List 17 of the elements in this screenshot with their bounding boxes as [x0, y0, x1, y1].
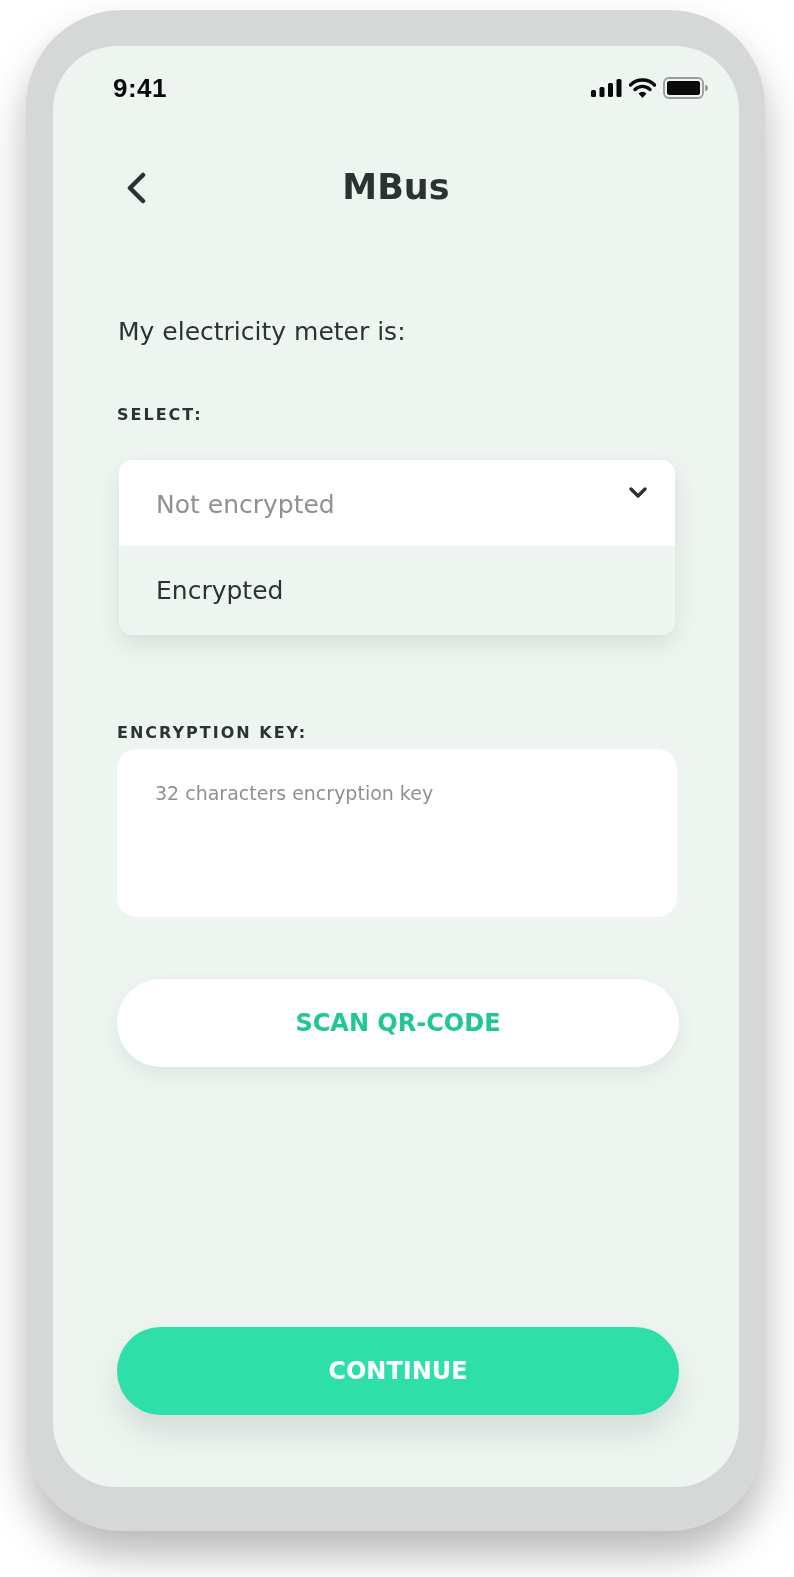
encryption-key-input[interactable]: 32 characters encryption key	[117, 749, 677, 917]
scan-button[interactable]: SCAN QR-CODE	[117, 979, 679, 1067]
status-time: 9:41	[113, 72, 168, 104]
select-dropdown[interactable]: Not encrypted Encrypted	[119, 460, 675, 635]
chevron-down-icon	[629, 487, 647, 499]
battery-icon	[663, 77, 708, 99]
select-value: Not encrypted	[156, 489, 335, 519]
page-title: MBus	[342, 167, 450, 207]
dropdown-option[interactable]: Encrypted	[119, 546, 675, 635]
wifi-icon	[629, 78, 656, 98]
signal-icon	[591, 79, 622, 97]
continue-button[interactable]: CONTINUE	[117, 1327, 679, 1415]
encryption-key-label: ENCRYPTION KEY:	[117, 722, 308, 744]
prompt-text: My electricity meter is:	[118, 316, 406, 348]
back-chevron-icon	[125, 172, 147, 204]
select-label: SELECT:	[117, 404, 203, 426]
select-field[interactable]: Not encrypted	[119, 460, 675, 546]
